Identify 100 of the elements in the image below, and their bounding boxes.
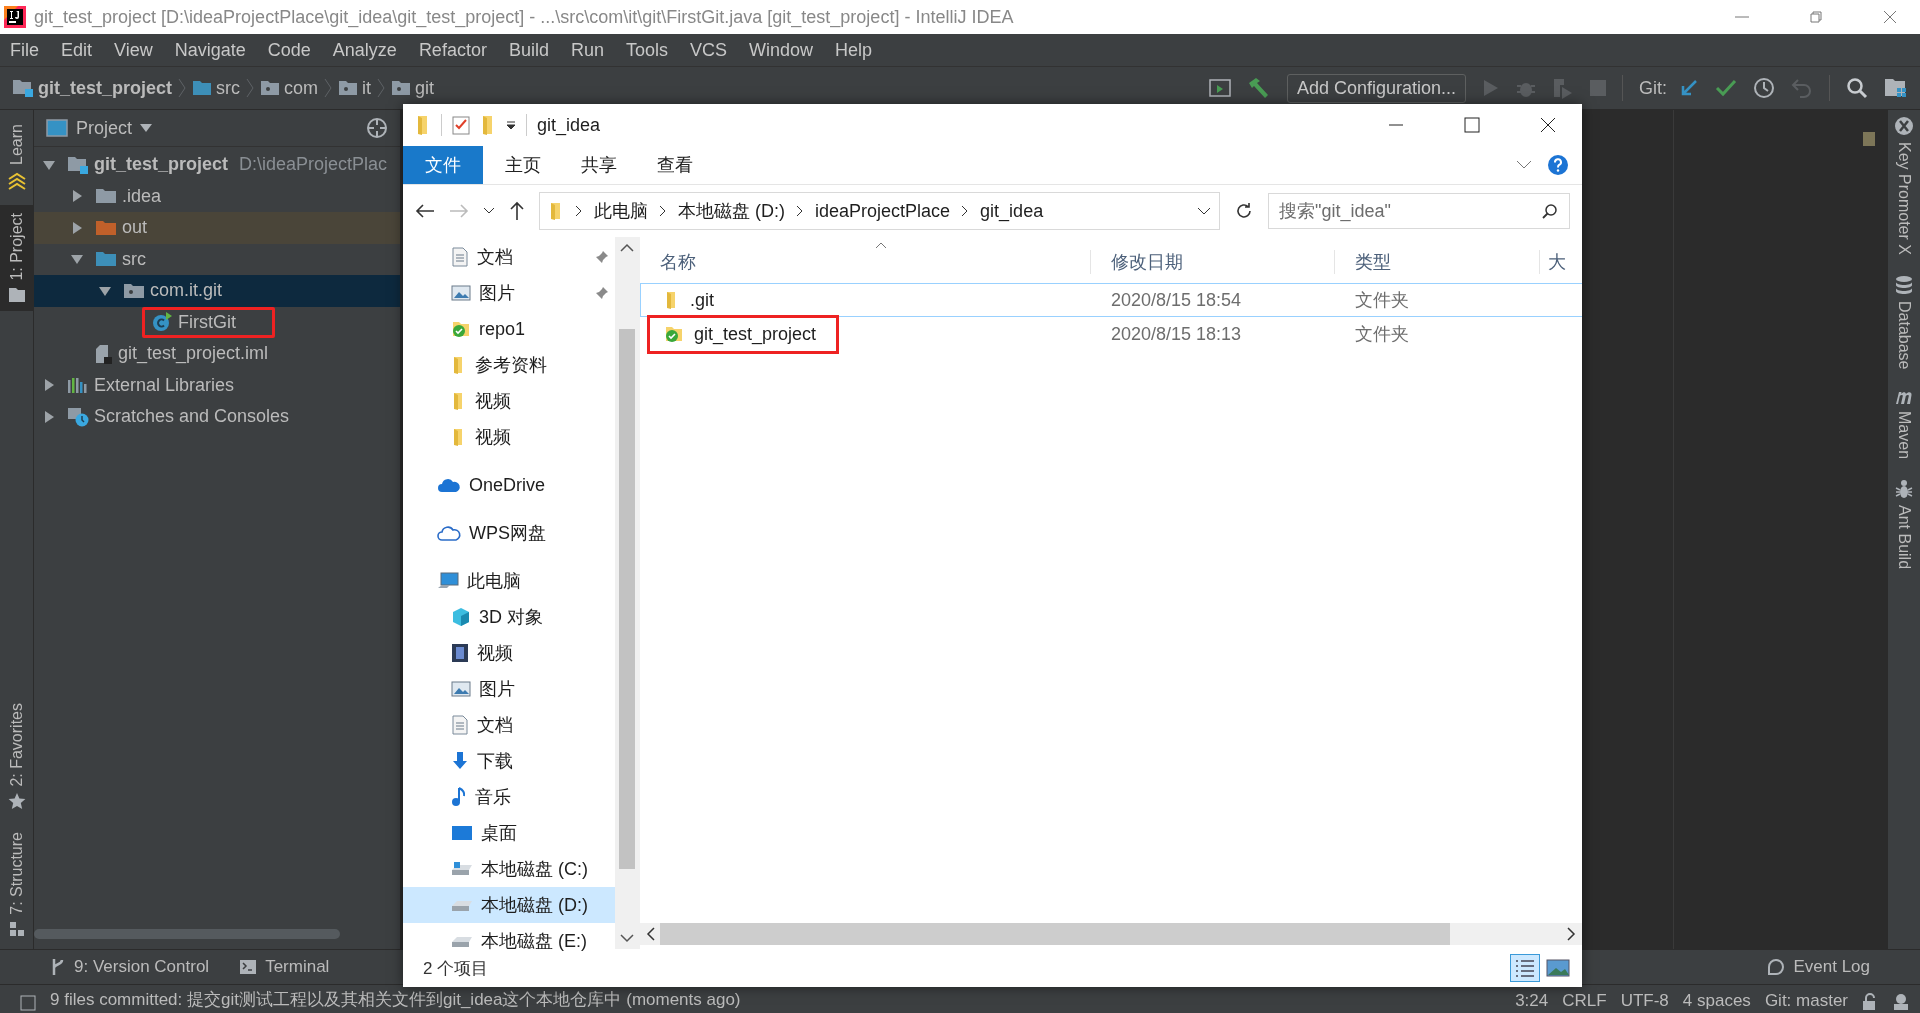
scroll-left-icon[interactable] <box>646 927 656 941</box>
tree-item-label[interactable]: External Libraries <box>94 374 235 396</box>
nav-pane-item[interactable]: 视频 <box>403 419 615 455</box>
project-structure-icon[interactable] <box>1884 77 1908 99</box>
pin-icon[interactable] <box>595 250 609 264</box>
tool-window-tab[interactable]: 9: Version Control <box>50 957 210 977</box>
window-icon[interactable] <box>1208 78 1231 98</box>
expand-ribbon-icon[interactable] <box>1516 160 1532 170</box>
collapsed-arrow-icon[interactable] <box>70 220 84 235</box>
nav-pane-item[interactable]: 图片 <box>403 671 615 707</box>
properties-icon[interactable] <box>452 115 470 135</box>
ribbon-tab[interactable]: 共享 <box>561 146 637 184</box>
nav-pane-item[interactable]: WPS网盘 <box>403 515 615 551</box>
menu-item[interactable]: Refactor <box>418 39 487 61</box>
scroll-down-icon[interactable] <box>620 933 634 943</box>
address-bar[interactable]: 此电脑 本地磁盘 (D:) ideaProjectPlace git_idea <box>539 192 1220 230</box>
status-item[interactable]: UTF-8 <box>1620 991 1669 1011</box>
refresh-icon[interactable] <box>1234 201 1254 221</box>
clock-icon[interactable] <box>1753 77 1775 99</box>
ribbon-tab[interactable]: 文件 <box>403 146 483 184</box>
nav-pane-item[interactable]: 文档 <box>403 239 615 275</box>
status-item[interactable]: CRLF <box>1562 991 1607 1011</box>
file-row[interactable]: git_test_project 2020/8/15 18:13 文件夹 <box>640 317 1582 351</box>
tool-window-tab[interactable]: Maven <box>1894 389 1914 460</box>
tree-item-label[interactable]: git_test_project.iml <box>118 343 269 365</box>
restore-icon[interactable] <box>1808 9 1824 25</box>
nav-pane-item[interactable]: 3D 对象 <box>403 599 615 635</box>
menu-item[interactable]: Run <box>570 39 604 61</box>
inspector-icon[interactable] <box>1892 993 1910 1011</box>
ribbon-tab[interactable]: 查看 <box>637 146 713 184</box>
nav-pane-item[interactable]: 文档 <box>403 707 615 743</box>
menu-item[interactable]: File <box>10 39 39 61</box>
tool-window-tab[interactable]: Database <box>1895 274 1913 370</box>
file-row[interactable]: .git 2020/8/15 18:54 文件夹 <box>640 283 1582 317</box>
nav-pane-item[interactable]: 图片 <box>403 275 615 311</box>
nav-pane-item[interactable]: 参考资料 <box>403 347 615 383</box>
scrollbar-thumb[interactable] <box>660 923 1450 945</box>
menu-item[interactable]: Code <box>267 39 311 61</box>
nav-pane-item[interactable]: 本地磁盘 (D:) <box>403 887 615 923</box>
pin-icon[interactable] <box>595 286 609 300</box>
search-icon[interactable] <box>1846 77 1868 99</box>
run-configuration-button[interactable]: Add Configuration... <box>1286 73 1466 103</box>
locate-icon[interactable] <box>366 117 388 139</box>
status-item[interactable]: 4 spaces <box>1682 991 1751 1011</box>
tool-window-tab[interactable]: 7: Structure <box>0 824 33 945</box>
column-header[interactable]: 名称 <box>640 250 1090 274</box>
collapsed-arrow-icon[interactable] <box>42 378 56 393</box>
column-header[interactable]: 修改日期 <box>1090 250 1334 274</box>
panel-toggle-icon[interactable] <box>20 995 36 1011</box>
event-log-tab[interactable]: Event Log <box>1767 957 1870 977</box>
menu-item[interactable]: Tools <box>625 39 668 61</box>
dropdown-caret-icon[interactable] <box>506 120 516 130</box>
thumbnail-view-icon[interactable] <box>1546 959 1570 977</box>
help-icon[interactable] <box>1548 155 1568 175</box>
tree-item-label[interactable]: Scratches and Consoles <box>94 406 290 428</box>
menu-item[interactable]: Analyze <box>332 39 397 61</box>
column-header[interactable]: 大 <box>1539 250 1582 274</box>
lock-icon[interactable] <box>1862 993 1878 1011</box>
search-field[interactable]: 搜索"git_idea" <box>1268 193 1570 229</box>
back-arrow-icon[interactable] <box>415 203 435 219</box>
warning-marker[interactable] <box>1863 132 1875 146</box>
tree-item-label[interactable]: .idea <box>122 185 162 207</box>
scroll-right-icon[interactable] <box>1566 927 1576 941</box>
scroll-up-icon[interactable] <box>620 243 634 253</box>
tool-window-tab[interactable]: Ant Build <box>1895 479 1913 570</box>
tree-item-label[interactable]: git_test_project <box>94 154 229 176</box>
tool-window-tab[interactable]: 2: Favorites <box>0 694 33 819</box>
nav-pane-item[interactable]: 本地磁盘 (C:) <box>403 851 615 887</box>
status-item[interactable]: Git: master <box>1764 991 1848 1011</box>
menu-item[interactable]: Window <box>749 39 814 61</box>
tree-item-label[interactable]: com.it.git <box>150 280 223 302</box>
tool-window-tab[interactable]: Learn <box>0 116 33 199</box>
nav-pane-item[interactable]: 视频 <box>403 635 615 671</box>
menu-item[interactable]: Edit <box>61 39 93 61</box>
nav-pane-item[interactable]: 视频 <box>403 383 615 419</box>
collapsed-arrow-icon[interactable] <box>70 189 84 204</box>
tool-window-tab[interactable]: 1: Project <box>0 204 33 311</box>
details-view-icon[interactable] <box>1510 954 1540 982</box>
nav-pane-item[interactable]: OneDrive <box>403 467 615 503</box>
menu-item[interactable]: Navigate <box>174 39 246 61</box>
menu-item[interactable]: VCS <box>690 39 727 61</box>
scrollbar-thumb[interactable] <box>34 929 340 939</box>
status-item[interactable]: 3:24 <box>1515 991 1549 1011</box>
maximize-icon[interactable] <box>1464 117 1480 133</box>
nav-pane-item[interactable]: 音乐 <box>403 779 615 815</box>
scrollbar-thumb[interactable] <box>619 329 635 869</box>
tool-window-tab[interactable]: Terminal <box>239 957 330 977</box>
breadcrumb-item[interactable]: com <box>260 77 319 99</box>
breadcrumb-item[interactable]: it <box>338 77 372 99</box>
collapsed-arrow-icon[interactable] <box>42 409 56 424</box>
ribbon-tab[interactable]: 主页 <box>485 146 561 184</box>
breadcrumb-item[interactable]: git <box>391 77 435 99</box>
nav-pane-item[interactable]: 下载 <box>403 743 615 779</box>
nav-pane-item[interactable]: 此电脑 <box>403 563 615 599</box>
update-arrow-icon[interactable] <box>1679 78 1699 98</box>
up-arrow-icon[interactable] <box>509 201 525 221</box>
breadcrumb-item[interactable]: git_test_project <box>12 77 173 99</box>
tool-window-tab[interactable]: Key Promoter X <box>1894 116 1914 255</box>
breadcrumb-item[interactable]: src <box>192 77 241 99</box>
nav-pane-item[interactable]: 桌面 <box>403 815 615 851</box>
